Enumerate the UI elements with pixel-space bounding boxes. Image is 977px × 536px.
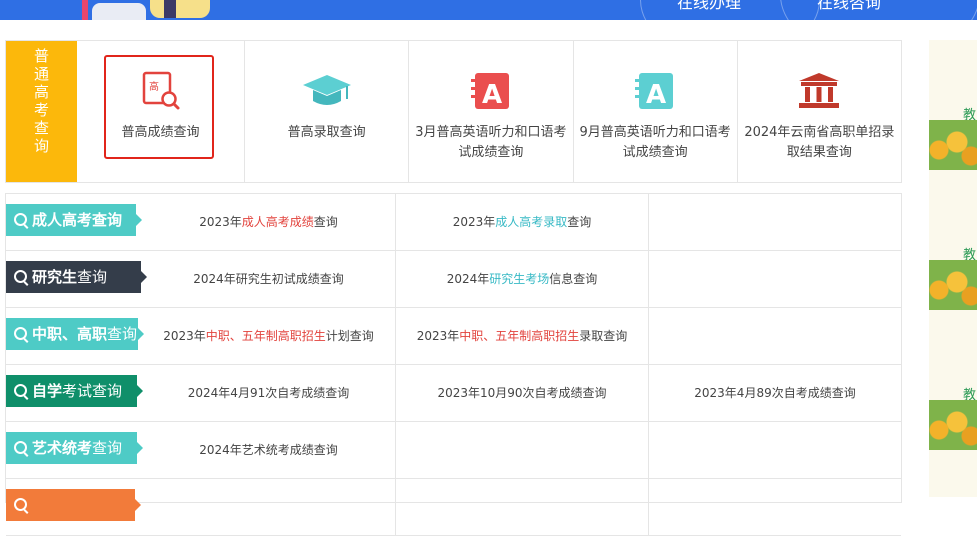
side-ad[interactable]: 教 (929, 320, 977, 450)
query-link[interactable]: 2024年研究生初试成绩查询 (142, 251, 395, 307)
empty-cell (395, 479, 648, 535)
banner-illustration (150, 0, 210, 18)
art-exam-row: 艺术统考查询 2024年艺术统考成绩查询 (6, 422, 901, 479)
side-tab-char: 普 (33, 47, 49, 65)
query-link[interactable]: 2024年研究生考场信息查询 (395, 251, 648, 307)
item-label: 普高成绩查询 (121, 125, 200, 140)
side-ad-column: 教 教 教 (929, 40, 977, 497)
search-icon (14, 270, 27, 283)
ad-image (929, 400, 977, 450)
gaokao-search-icon: 高 (135, 71, 187, 111)
gaokao-score-query-item[interactable]: 高 普高成绩查询 (77, 41, 244, 182)
item-label: 普高录取查询 (287, 125, 366, 140)
empty-cell (648, 308, 901, 364)
letter-a-red-icon: A (465, 71, 517, 111)
top-banner: 在线办理 在线咨询 (0, 0, 977, 20)
empty-cell (648, 422, 901, 478)
ad-image (929, 260, 977, 310)
nav-online-consult[interactable]: 在线咨询 (817, 0, 881, 13)
art-exam-tag[interactable]: 艺术统考查询 (6, 432, 143, 464)
query-link[interactable]: 2023年成人高考录取查询 (395, 194, 648, 250)
side-ad[interactable]: 教 (929, 40, 977, 170)
empty-cell (142, 479, 395, 535)
adult-gaokao-tag[interactable]: 成人高考查询 (6, 204, 142, 236)
vocational-tag[interactable]: 中职、高职查询 (6, 318, 144, 350)
letter-a-teal-icon: A (629, 71, 681, 111)
svg-text:A: A (482, 80, 502, 110)
partial-tag[interactable] (6, 489, 141, 521)
query-link[interactable]: 2023年成人高考成绩查询 (142, 194, 395, 250)
query-link[interactable]: 2023年10月90次自考成绩查询 (395, 365, 648, 421)
side-tab-char: 查 (33, 119, 49, 137)
graduation-cap-icon (301, 71, 353, 111)
self-study-tag[interactable]: 自学考试查询 (6, 375, 143, 407)
query-grid: 成人高考查询 2023年成人高考成绩查询 2023年成人高考录取查询 研究生查询… (5, 193, 902, 536)
partial-row (6, 479, 901, 536)
banner-decoration (82, 0, 88, 20)
query-link[interactable]: 2024年艺术统考成绩查询 (142, 422, 395, 478)
side-tab-char: 考 (33, 101, 49, 119)
svg-text:A: A (646, 80, 666, 110)
school-building-icon (793, 71, 845, 111)
side-tab-char: 高 (33, 83, 49, 101)
search-icon (14, 384, 27, 397)
item-label: 9月普高英语听力和口语考试成绩查询 (579, 125, 731, 160)
search-icon (14, 327, 27, 340)
query-link[interactable]: 2024年4月91次自考成绩查询 (142, 365, 395, 421)
adult-gaokao-row: 成人高考查询 2023年成人高考成绩查询 2023年成人高考录取查询 (6, 194, 901, 251)
empty-cell (648, 194, 901, 250)
march-english-oral-query-item[interactable]: A 3月普高英语听力和口语考试成绩查询 (408, 41, 572, 182)
ad-image (929, 120, 977, 170)
query-link[interactable]: 2023年中职、五年制高职招生录取查询 (395, 308, 648, 364)
empty-cell (395, 422, 648, 478)
item-label: 3月普高英语听力和口语考试成绩查询 (415, 125, 567, 160)
side-tab-char: 通 (33, 65, 49, 83)
empty-cell (648, 251, 901, 307)
self-study-row: 自学考试查询 2024年4月91次自考成绩查询 2023年10月90次自考成绩查… (6, 365, 901, 422)
search-icon (14, 213, 27, 226)
empty-cell (648, 479, 901, 535)
banner-decoration (92, 3, 146, 20)
september-english-oral-query-item[interactable]: A 9月普高英语听力和口语考试成绩查询 (572, 41, 737, 182)
nav-online-service[interactable]: 在线办理 (677, 0, 741, 13)
vocational-admission-result-item[interactable]: 2024年云南省高职单招录取结果查询 (736, 41, 901, 182)
search-icon (14, 498, 27, 511)
query-link[interactable]: 2023年中职、五年制高职招生计划查询 (142, 308, 395, 364)
svg-text:高: 高 (149, 80, 159, 93)
gaokao-admission-query-item[interactable]: 普高录取查询 (244, 41, 408, 182)
search-icon (14, 441, 27, 454)
general-gaokao-query-tab: 普 通 高 考 查 询 (6, 41, 77, 182)
query-link[interactable]: 2023年4月89次自考成绩查询 (648, 365, 901, 421)
item-label: 2024年云南省高职单招录取结果查询 (744, 125, 895, 160)
side-tab-char: 询 (33, 137, 49, 155)
postgraduate-row: 研究生查询 2024年研究生初试成绩查询 2024年研究生考场信息查询 (6, 251, 901, 308)
postgraduate-tag[interactable]: 研究生查询 (6, 261, 147, 293)
general-gaokao-query-panel: 普 通 高 考 查 询 高 普高成绩查询 普高录取查询 A 3月普高英语听力和口… (5, 40, 902, 183)
side-ad[interactable]: 教 (929, 180, 977, 310)
vocational-row: 中职、高职查询 2023年中职、五年制高职招生计划查询 2023年中职、五年制高… (6, 308, 901, 365)
